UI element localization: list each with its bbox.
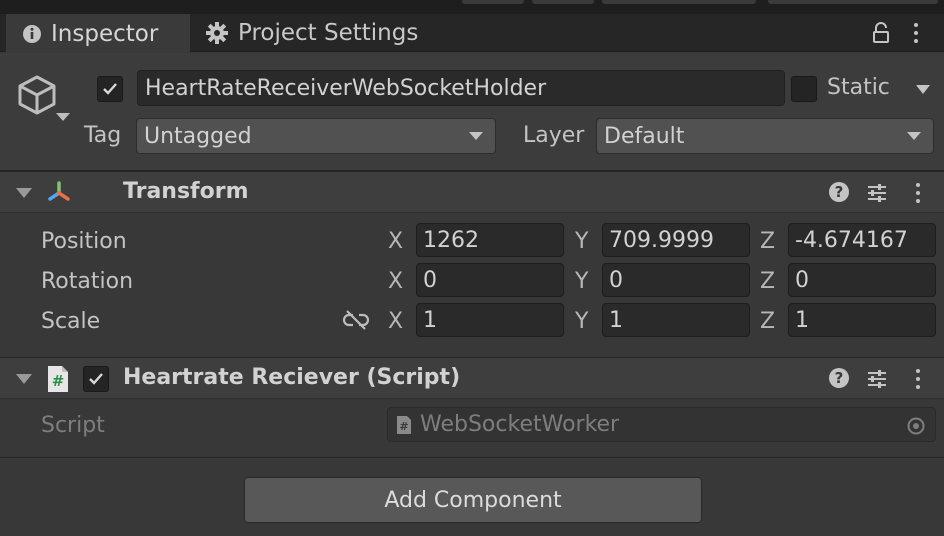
axis-x-label: X — [388, 229, 404, 254]
layer-value: Default — [604, 123, 685, 149]
script-label: Script — [41, 413, 105, 438]
tab-label: Project Settings — [238, 20, 419, 46]
tab-inspector[interactable]: Inspector — [6, 14, 190, 52]
window-top-strip — [0, 0, 944, 14]
info-icon — [22, 24, 42, 44]
svg-text:#: # — [52, 372, 65, 390]
transform-body: Position X 1262 Y 709.9999 Z -4.674167 R… — [0, 214, 944, 356]
toolbar-button-stub[interactable] — [462, 0, 524, 4]
add-component-button[interactable]: Add Component — [244, 477, 702, 523]
component-menu-kebab-icon[interactable] — [914, 183, 922, 203]
layer-dropdown[interactable]: Default — [596, 118, 934, 154]
layer-label: Layer — [523, 123, 585, 148]
component-enabled-toggle[interactable] — [83, 366, 109, 392]
foldout-arrow-icon[interactable] — [16, 374, 32, 384]
icon-dropdown-arrow-icon[interactable] — [56, 113, 70, 121]
position-x-field[interactable]: 1262 — [416, 223, 564, 257]
tag-label: Tag — [84, 123, 122, 148]
presets-icon[interactable] — [866, 368, 888, 396]
lock-icon[interactable] — [872, 22, 890, 50]
scale-y-field[interactable]: 1 — [602, 303, 750, 337]
position-y-field[interactable]: 709.9999 — [602, 223, 750, 257]
tab-label: Inspector — [51, 21, 159, 47]
checkmark-icon — [103, 83, 117, 95]
gameobject-header: HeartRateReceiverWebSocketHolder Static … — [0, 53, 944, 171]
component-menu-kebab-icon[interactable] — [914, 369, 922, 389]
foldout-arrow-icon[interactable] — [16, 188, 32, 198]
gameobject-name-input[interactable]: HeartRateReceiverWebSocketHolder — [137, 70, 785, 106]
help-icon[interactable]: ? — [829, 368, 849, 388]
rotation-z-field[interactable]: 0 — [788, 263, 936, 297]
gameobject-cube-icon — [16, 73, 60, 123]
script-value: WebSocketWorker — [420, 412, 620, 437]
script-component-body: Script # WebSocketWorker — [0, 400, 944, 458]
chevron-down-icon — [469, 132, 483, 140]
rotation-x-field[interactable]: 0 — [416, 263, 564, 297]
tag-value: Untagged — [144, 123, 252, 149]
tab-project-settings[interactable]: Project Settings — [205, 14, 445, 52]
transform-title: Transform — [123, 179, 249, 204]
script-object-field: # WebSocketWorker — [387, 407, 936, 442]
transform-header[interactable]: Transform ? — [0, 171, 944, 213]
scale-x-field[interactable]: 1 — [416, 303, 564, 337]
axis-z-label: Z — [760, 269, 776, 294]
checkmark-icon — [89, 373, 103, 385]
active-toggle[interactable] — [97, 76, 123, 102]
script-component-title: Heartrate Reciever (Script) — [123, 365, 461, 390]
tab-bar: Inspector Project Settings — [0, 14, 944, 52]
axis-x-label: X — [388, 269, 404, 294]
script-component-header[interactable]: # Heartrate Reciever (Script) ? — [0, 357, 944, 399]
axis-y-label: Y — [575, 309, 589, 334]
tag-dropdown[interactable]: Untagged — [136, 118, 496, 154]
axis-z-label: Z — [760, 309, 776, 334]
csharp-script-icon: # — [46, 365, 70, 399]
object-picker-icon — [907, 416, 925, 441]
constrain-proportions-icon[interactable] — [342, 309, 370, 337]
scale-z-field[interactable]: 1 — [788, 303, 936, 337]
transform-icon — [45, 180, 73, 212]
axis-x-label: X — [388, 309, 404, 334]
toolbar-button-stub[interactable] — [602, 0, 756, 4]
csharp-script-icon: # — [396, 415, 412, 435]
static-dropdown-arrow-icon[interactable] — [916, 85, 930, 94]
position-z-field[interactable]: -4.674167 — [788, 223, 936, 257]
rotation-label: Rotation — [41, 269, 134, 294]
position-label: Position — [41, 229, 127, 254]
tab-menu-kebab-icon[interactable] — [912, 23, 920, 43]
axis-y-label: Y — [575, 229, 589, 254]
toolbar-button-stub[interactable] — [532, 0, 594, 4]
rotation-y-field[interactable]: 0 — [602, 263, 750, 297]
chevron-down-icon — [907, 132, 921, 140]
axis-z-label: Z — [760, 229, 776, 254]
scale-label: Scale — [41, 309, 101, 334]
toolbar-button-stub[interactable] — [768, 0, 938, 4]
axis-y-label: Y — [575, 269, 589, 294]
presets-icon[interactable] — [866, 182, 888, 210]
static-checkbox[interactable] — [791, 76, 817, 102]
static-label: Static — [827, 75, 890, 100]
gear-icon — [205, 21, 229, 45]
svg-text:#: # — [399, 420, 408, 433]
help-icon[interactable]: ? — [829, 182, 849, 202]
